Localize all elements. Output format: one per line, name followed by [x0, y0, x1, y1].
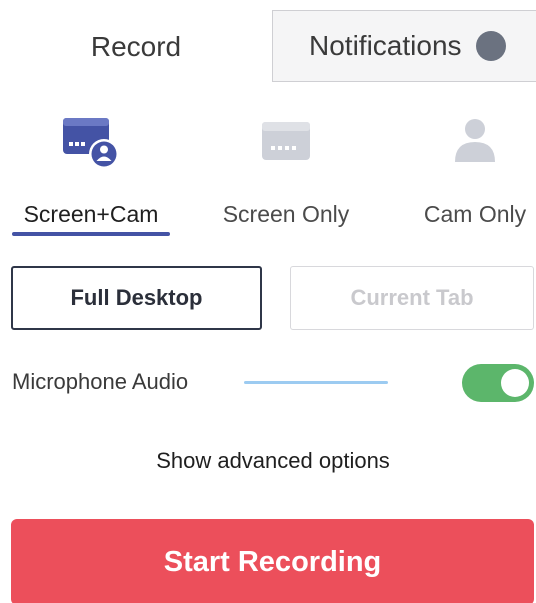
mode-cam-only-label: Cam Only [423, 201, 527, 227]
tab-record[interactable]: Record [0, 10, 272, 84]
current-tab-label: Current Tab [350, 285, 474, 310]
microphone-audio-label: Microphone Audio [12, 369, 189, 394]
full-desktop-label: Full Desktop [70, 285, 203, 310]
tab-record-label: Record [90, 31, 182, 62]
notification-badge-icon [475, 31, 506, 61]
toggle-knob [501, 369, 529, 397]
screen-icon [212, 112, 360, 175]
current-tab-button[interactable]: Current Tab [290, 266, 534, 330]
tab-notifications[interactable]: Notifications [272, 10, 536, 82]
screen-cam-icon [10, 112, 172, 175]
microphone-toggle[interactable] [462, 364, 534, 402]
tab-bar: Record Notifications [0, 10, 536, 84]
mode-screen-only-label: Screen Only [222, 201, 350, 227]
mode-screen-cam[interactable]: Screen+Cam [10, 112, 172, 228]
show-advanced-options-link[interactable]: Show advanced options [0, 448, 536, 474]
start-recording-label: Start Recording [163, 545, 382, 578]
selected-mode-indicator [12, 232, 170, 236]
person-icon [414, 112, 536, 175]
microphone-level-meter [244, 381, 388, 384]
recorder-panel: Record Notifications Screen+Cam Screen O… [0, 0, 536, 603]
start-recording-button[interactable]: Start Recording [11, 519, 534, 603]
full-desktop-button[interactable]: Full Desktop [11, 266, 262, 330]
mode-screen-only[interactable]: Screen Only [212, 112, 360, 228]
mode-cam-only[interactable]: Cam Only [414, 112, 536, 228]
mode-screen-cam-label: Screen+Cam [23, 201, 159, 227]
tab-notifications-label: Notifications [309, 30, 462, 61]
